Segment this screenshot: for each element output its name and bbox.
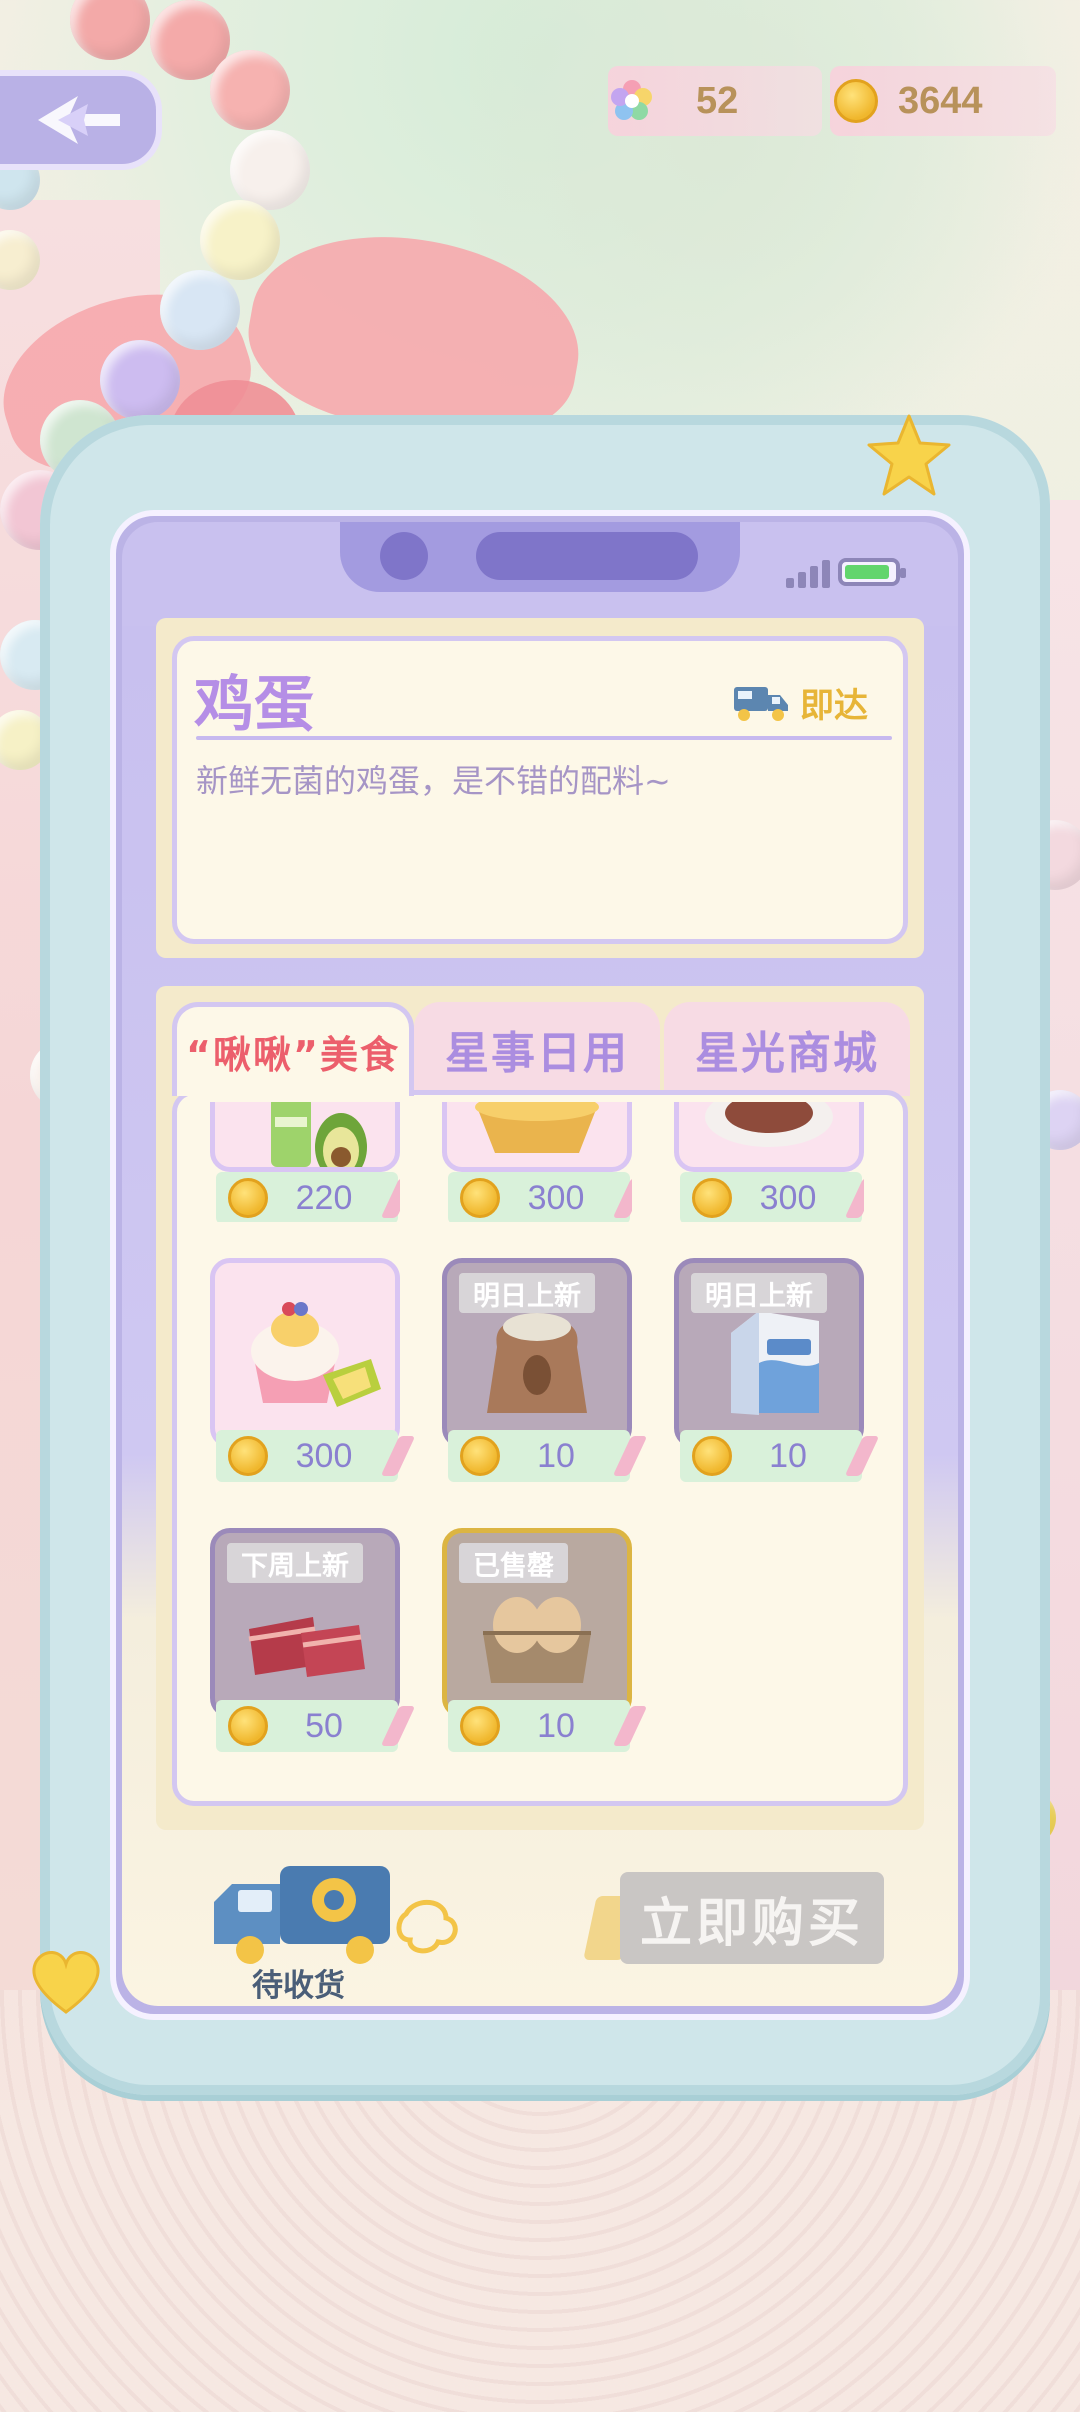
bead (210, 50, 290, 130)
status-tag: 已售罄 (459, 1543, 568, 1583)
bead (160, 270, 240, 350)
delivery-label: 即达 (800, 686, 868, 726)
bead (100, 340, 180, 420)
item-price: 220 (295, 1178, 353, 1217)
pending-delivery-label: 待收货 (252, 1968, 345, 2004)
shop-item[interactable]: 明日上新 10 (674, 1258, 864, 1490)
price-tag: 220 (216, 1172, 398, 1222)
item-price: 10 (537, 1436, 575, 1475)
item-frame (210, 1258, 400, 1448)
bead (230, 130, 310, 210)
gold-coin-icon (228, 1706, 268, 1746)
item-price: 10 (537, 1706, 575, 1745)
tab-label: “啾啾”美食 (186, 1033, 400, 1077)
durian-ice-cream-icon (251, 1302, 381, 1407)
drink-and-avocado-icon (271, 1102, 367, 1167)
signal-icon (786, 560, 830, 588)
gold-coin-icon (228, 1436, 268, 1476)
price-tag: 300 (216, 1430, 398, 1482)
shop-item[interactable]: 下周上新 50 (210, 1528, 400, 1760)
camera-icon (380, 532, 428, 580)
gold-coin-icon (228, 1178, 268, 1218)
gold-coin-icon (692, 1178, 732, 1218)
tab-food[interactable]: “啾啾”美食 (172, 1002, 414, 1096)
status-tag: 下周上新 (227, 1543, 363, 1583)
item-frame: 明日上新 (442, 1258, 632, 1448)
buy-now-label: 立即购买 (639, 1893, 864, 1954)
item-name: 鸡蛋 (194, 670, 314, 740)
heart-icon (26, 1940, 106, 2020)
gold-coin-icon (834, 79, 878, 123)
item-frame: 已售罄 (442, 1528, 632, 1718)
gold-coin-icon (460, 1436, 500, 1476)
shop-item[interactable]: 300 (210, 1258, 400, 1490)
bead (200, 200, 280, 280)
price-tag: 10 (680, 1430, 862, 1482)
gold-coin-icon (460, 1706, 500, 1746)
item-frame (442, 1102, 632, 1172)
steak-plate-icon (705, 1102, 833, 1147)
gem-count: 52 (696, 79, 739, 122)
tab-daily-goods[interactable]: 星事日用 (414, 1002, 660, 1096)
price-tag: 300 (680, 1172, 862, 1222)
tab-starlight-mall[interactable]: 星光商城 (664, 1002, 910, 1096)
tab-label: 星事日用 (445, 1028, 629, 1079)
item-price: 10 (769, 1436, 807, 1475)
status-tag: 明日上新 (691, 1273, 827, 1313)
back-arrow-icon (38, 96, 120, 144)
gold-coin-icon (692, 1436, 732, 1476)
item-frame (674, 1102, 864, 1172)
tab-label: 星光商城 (695, 1028, 879, 1079)
item-description: 新鲜无菌的鸡蛋，是不错的配料~ (196, 762, 671, 800)
coin-count: 3644 (898, 79, 983, 122)
buy-now-button[interactable]: 立即购买 (620, 1872, 884, 1964)
shop-item[interactable]: 明日上新 10 (442, 1258, 632, 1490)
coin-counter: 3644 (830, 66, 1056, 136)
status-tag: 明日上新 (459, 1273, 595, 1313)
shop-item[interactable]: 220 (210, 1102, 400, 1222)
gold-coin-icon (460, 1178, 500, 1218)
shop-item-selected[interactable]: 已售罄 10 (442, 1528, 632, 1760)
shop-item[interactable]: 300 (442, 1102, 632, 1222)
item-frame: 下周上新 (210, 1528, 400, 1718)
item-price: 300 (295, 1436, 353, 1475)
item-frame: 明日上新 (674, 1258, 864, 1448)
gem-counter: 52 (608, 66, 822, 136)
rainbow-flower-icon (611, 80, 652, 120)
star-icon (864, 410, 954, 500)
item-price: 50 (305, 1706, 343, 1745)
price-tag: 300 (448, 1172, 630, 1222)
price-tag: 50 (216, 1700, 398, 1752)
item-price: 300 (527, 1178, 585, 1217)
egg-tart-icon (475, 1102, 599, 1153)
delivery-badge: 即达 (732, 678, 868, 727)
delivery-truck-icon (734, 686, 788, 721)
back-button[interactable] (0, 70, 162, 170)
info-divider (196, 736, 892, 740)
speaker-slot (476, 532, 698, 580)
item-frame (210, 1102, 400, 1172)
price-tag: 10 (448, 1430, 630, 1482)
delivery-van-icon (214, 1866, 458, 1964)
price-tag: 10 (448, 1700, 630, 1752)
item-price: 300 (759, 1178, 817, 1217)
battery-icon (838, 558, 906, 586)
shop-item[interactable]: 300 (674, 1102, 864, 1222)
